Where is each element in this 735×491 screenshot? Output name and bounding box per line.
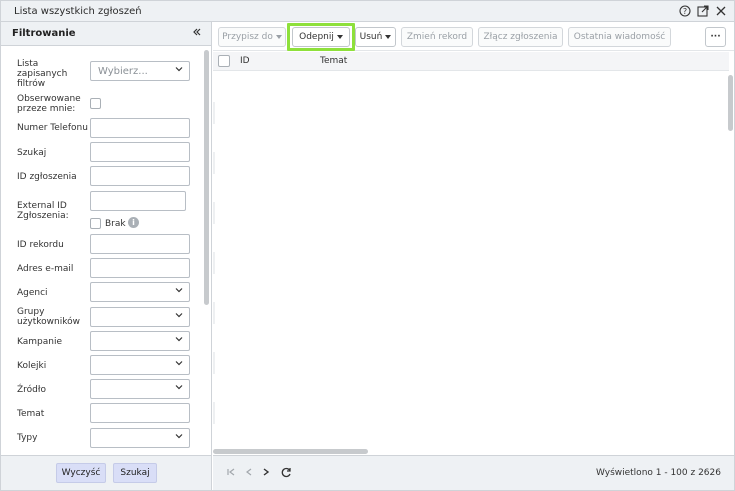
- ticket-list-window: Lista wszystkich zgłoszeń ? Filtrowanie …: [0, 0, 735, 491]
- highlight-frame: [287, 23, 355, 51]
- chevron-down-icon: [175, 337, 183, 342]
- agents-label: Agenci: [17, 288, 48, 298]
- pagination-info: Wyświetlono 1 - 100 z 2626: [596, 468, 721, 478]
- export-icon[interactable]: [696, 4, 710, 18]
- select-all-checkbox[interactable]: [218, 55, 230, 67]
- ticket-id-field[interactable]: [90, 166, 190, 186]
- phone-field[interactable]: [90, 118, 190, 138]
- external-id-label: External ID Zgłoszenia:: [17, 201, 69, 221]
- column-header-subject[interactable]: Temat: [320, 56, 347, 66]
- campaigns-label: Kampanie: [17, 337, 62, 347]
- toolbar: Przypisz do Odepnij Usuń Zmień rekord Zł…: [213, 22, 734, 51]
- row-marker: [213, 302, 215, 324]
- source-select[interactable]: [90, 379, 190, 399]
- previous-page-icon[interactable]: [244, 467, 254, 480]
- user-groups-select[interactable]: [90, 307, 190, 327]
- watched-checkbox[interactable]: [90, 98, 101, 109]
- assign-label: Przypisz do: [222, 32, 273, 42]
- chevron-down-icon: [175, 67, 183, 72]
- pagination-bar: Wyświetlono 1 - 100 z 2626: [213, 455, 734, 490]
- saved-filters-placeholder: Wybierz...: [98, 66, 148, 77]
- search-field[interactable]: [90, 142, 190, 162]
- grid-horizontal-scrollbar[interactable]: [213, 449, 368, 454]
- search-label: Szukaj: [17, 148, 47, 158]
- chevron-down-icon: [175, 361, 183, 366]
- saved-filters-label: Lista zapisanych filtrów: [17, 59, 68, 89]
- window-title: Lista wszystkich zgłoszeń: [14, 6, 142, 17]
- watched-label: Obserwowane przeze mnie:: [17, 94, 81, 114]
- more-button[interactable]: ···: [705, 27, 726, 47]
- filter-footer: Wyczyść Szukaj: [1, 455, 211, 490]
- filter-header: Filtrowanie: [1, 22, 211, 46]
- info-icon[interactable]: i: [128, 217, 139, 228]
- clear-button[interactable]: Wyczyść: [56, 463, 106, 483]
- row-marker: [213, 252, 215, 274]
- external-id-none-label: Brak: [105, 219, 126, 229]
- subject-field[interactable]: [90, 403, 190, 423]
- ticket-id-label: ID zgłoszenia: [17, 172, 77, 182]
- record-id-field[interactable]: [90, 234, 190, 254]
- row-marker: [213, 202, 215, 224]
- agents-select[interactable]: [90, 282, 190, 302]
- source-label: Źródło: [17, 385, 46, 395]
- grid-body: [213, 72, 729, 450]
- queues-label: Kolejki: [17, 361, 47, 371]
- record-id-label: ID rekordu: [17, 240, 64, 250]
- row-marker: [213, 102, 215, 124]
- delete-button[interactable]: Usuń: [355, 27, 396, 47]
- chevron-down-icon: [175, 385, 183, 390]
- column-header-id[interactable]: ID: [240, 56, 250, 66]
- refresh-icon[interactable]: [281, 467, 292, 481]
- merge-tickets-button[interactable]: Złącz zgłoszenia: [478, 27, 563, 47]
- filter-list: Lista zapisanych filtrów Wybierz... Obse…: [1, 47, 211, 455]
- window-controls: ?: [678, 4, 728, 18]
- row-marker: [213, 352, 215, 374]
- next-page-icon[interactable]: [261, 467, 271, 480]
- assign-button[interactable]: Przypisz do: [218, 27, 286, 47]
- chevron-down-icon: [175, 313, 183, 318]
- row-marker: [213, 402, 215, 424]
- caret-down-icon: [275, 35, 282, 39]
- sidebar-scrollbar[interactable]: [204, 50, 209, 305]
- grid-vertical-scrollbar[interactable]: [728, 75, 733, 131]
- email-label: Adres e-mail: [17, 264, 74, 274]
- saved-filters-select[interactable]: Wybierz...: [90, 61, 190, 81]
- ticket-grid-panel: Przypisz do Odepnij Usuń Zmień rekord Zł…: [213, 22, 734, 490]
- chevron-down-icon: [175, 434, 183, 439]
- phone-label: Numer Telefonu: [17, 123, 88, 133]
- row-marker: [213, 152, 215, 174]
- types-label: Typy: [17, 433, 38, 443]
- svg-text:?: ?: [683, 7, 687, 16]
- chevron-down-icon: [175, 288, 183, 293]
- first-page-icon[interactable]: [226, 467, 236, 480]
- filter-sidebar: Filtrowanie Lista zapisanych filtrów Wyb…: [1, 22, 212, 490]
- queues-select[interactable]: [90, 355, 190, 375]
- help-icon[interactable]: ?: [678, 4, 692, 18]
- subject-label: Temat: [17, 409, 45, 419]
- filter-title: Filtrowanie: [12, 28, 76, 39]
- grid-header: ID Temat: [213, 52, 729, 71]
- user-groups-label: Grupy użytkowników: [17, 307, 81, 327]
- types-select[interactable]: [90, 428, 190, 448]
- campaigns-select[interactable]: [90, 331, 190, 351]
- search-button[interactable]: Szukaj: [113, 463, 157, 483]
- external-id-none-checkbox[interactable]: [90, 218, 101, 229]
- external-id-field[interactable]: [90, 191, 186, 211]
- close-icon[interactable]: [714, 4, 728, 18]
- delete-label: Usuń: [359, 32, 383, 42]
- last-message-button[interactable]: Ostatnia wiadomość: [568, 27, 671, 47]
- change-record-button[interactable]: Zmień rekord: [401, 27, 473, 47]
- collapse-icon[interactable]: [192, 26, 202, 40]
- caret-down-icon: [385, 35, 392, 39]
- title-bar: Lista wszystkich zgłoszeń ?: [1, 1, 734, 22]
- email-field[interactable]: [90, 258, 190, 278]
